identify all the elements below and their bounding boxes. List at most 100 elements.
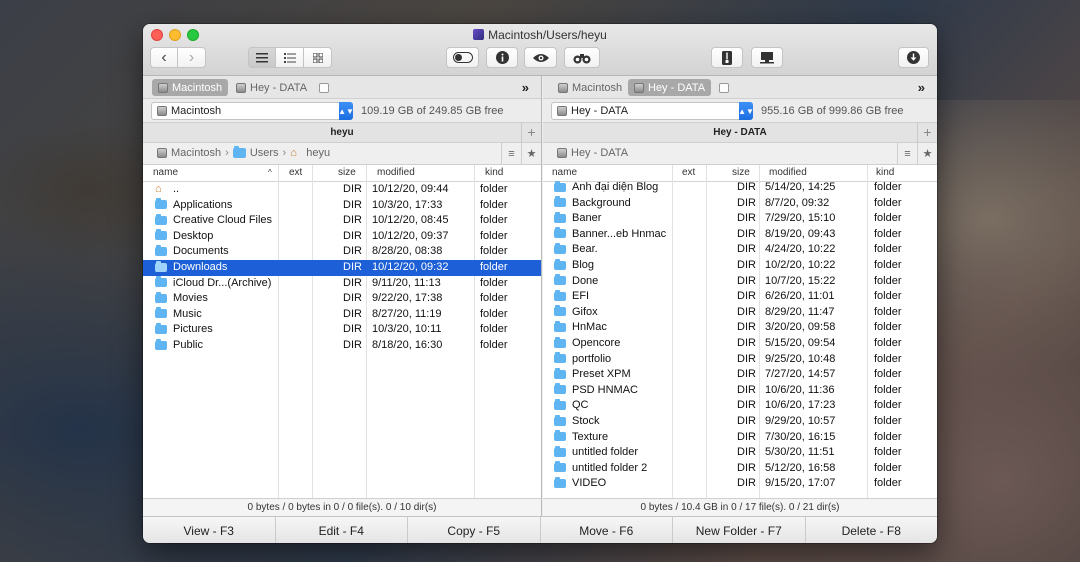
back-button[interactable]: ‹ — [150, 47, 178, 68]
table-row[interactable]: Baner DIR 7/29/20, 15:10 folder — [543, 211, 937, 227]
table-row[interactable]: Public DIR 8/18/20, 16:30 folder — [143, 338, 541, 354]
table-row[interactable]: Texture DIR 7/30/20, 16:15 folder — [543, 430, 937, 446]
left-add-tab-icon[interactable]: + — [521, 123, 541, 142]
col-modified[interactable]: modified — [377, 167, 415, 178]
right-volume-external[interactable] — [713, 79, 739, 96]
right-drive-select[interactable]: Hey - DATA ▲▼ — [551, 102, 754, 120]
forward-button[interactable]: › — [178, 47, 206, 68]
col-size[interactable]: size — [732, 167, 750, 178]
table-row[interactable]: HnMac DIR 3/20/20, 09:58 folder — [543, 320, 937, 336]
row-kind: folder — [480, 198, 508, 211]
archive-button[interactable] — [711, 47, 743, 68]
list-view-button[interactable] — [248, 47, 276, 68]
row-kind: folder — [874, 430, 902, 443]
info-button[interactable] — [486, 47, 518, 68]
table-row[interactable]: Movies DIR 9/22/20, 17:38 folder — [143, 291, 541, 307]
left-pane[interactable]: Macintosh Hey - DATA » Macintosh ▲▼ 109.1… — [143, 76, 542, 516]
breadcrumb-macintosh[interactable]: Macintosh — [171, 147, 221, 159]
copy-f5-button[interactable]: Copy - F5 — [408, 517, 541, 543]
table-row[interactable]: PSD HNMAC DIR 10/6/20, 11:36 folder — [543, 383, 937, 399]
right-volume-hey-data[interactable]: Hey - DATA — [628, 79, 712, 96]
table-row[interactable]: Bear. DIR 4/24/20, 10:22 folder — [543, 242, 937, 258]
left-volume-hey-data[interactable]: Hey - DATA — [230, 79, 313, 96]
table-row[interactable]: EFI DIR 6/26/20, 11:01 folder — [543, 289, 937, 305]
left-volume-macintosh[interactable]: Macintosh — [152, 79, 229, 96]
breadcrumb-hey-data[interactable]: Hey - DATA — [571, 147, 628, 159]
right-favorite-star-icon[interactable]: ★ — [917, 143, 937, 164]
right-pane[interactable]: Macintosh Hey - DATA » Hey - DATA ▲▼ 955.… — [543, 76, 937, 516]
table-row[interactable]: untitled folder 2 DIR 5/12/20, 16:58 folder — [543, 461, 937, 477]
table-row[interactable]: Opencore DIR 5/15/20, 09:54 folder — [543, 336, 937, 352]
table-row[interactable]: Desktop DIR 10/12/20, 09:37 folder — [143, 229, 541, 245]
right-list-menu-icon[interactable]: ≡ — [897, 143, 917, 164]
row-kind: folder — [874, 227, 902, 240]
table-row[interactable]: Creative Cloud Files DIR 10/12/20, 08:45 fo… — [143, 213, 541, 229]
table-row[interactable]: Applications DIR 10/3/20, 17:33 folder — [143, 198, 541, 214]
folder-icon — [155, 307, 167, 319]
row-modified: 8/28/20, 08:38 — [372, 245, 443, 258]
col-modified[interactable]: modified — [769, 167, 807, 178]
left-file-list[interactable]: ⌂.. DIR 10/12/20, 09:44 folder Applications D… — [143, 182, 541, 498]
right-file-list[interactable]: Anh đại diện Blog DIR 5/14/20, 14:25 folder… — [543, 180, 937, 496]
table-row[interactable]: QC DIR 10/6/20, 17:23 folder — [543, 398, 937, 414]
col-kind[interactable]: kind — [485, 167, 503, 178]
table-row[interactable]: Documents DIR 8/28/20, 08:38 folder — [143, 244, 541, 260]
table-row[interactable]: Banner...eb Hnmac DIR 8/19/20, 09:43 folder — [543, 227, 937, 243]
row-name-cell: Banner...eb Hnmac — [554, 227, 666, 240]
move-f6-button[interactable]: Move - F6 — [540, 517, 673, 543]
col-name[interactable]: name — [552, 167, 577, 178]
quick-look-button[interactable] — [524, 47, 557, 68]
new-folder-f7-button[interactable]: New Folder - F7 — [673, 517, 806, 543]
left-more-volumes-icon[interactable]: » — [522, 80, 529, 95]
row-modified: 10/12/20, 08:45 — [372, 214, 449, 227]
download-button[interactable] — [898, 47, 929, 68]
left-favorite-star-icon[interactable]: ★ — [521, 143, 541, 164]
table-row[interactable]: Blog DIR 10/2/20, 10:22 folder — [543, 258, 937, 274]
table-row[interactable]: Downloads DIR 10/12/20, 09:32 folder — [143, 260, 541, 276]
volume-label: Hey - DATA — [250, 81, 308, 94]
left-volume-external[interactable] — [313, 79, 339, 96]
col-size[interactable]: size — [338, 167, 356, 178]
table-row[interactable]: Done DIR 10/7/20, 15:22 folder — [543, 274, 937, 290]
row-name: Done — [572, 274, 599, 287]
table-row[interactable]: portfolio DIR 9/25/20, 10:48 folder — [543, 352, 937, 368]
col-kind[interactable]: kind — [876, 167, 894, 178]
left-drive-select[interactable]: Macintosh ▲▼ — [151, 102, 354, 120]
thumbnail-view-button[interactable] — [304, 47, 332, 68]
table-row[interactable]: Stock DIR 9/29/20, 10:57 folder — [543, 414, 937, 430]
table-row[interactable]: Gifox DIR 8/29/20, 11:47 folder — [543, 305, 937, 321]
right-more-volumes-icon[interactable]: » — [918, 80, 925, 95]
row-name: Public — [173, 339, 203, 351]
table-row[interactable]: iCloud Dr...(Archive) DIR 9/11/20, 11:13 fo… — [143, 276, 541, 292]
toggle-hidden-button[interactable] — [446, 47, 479, 68]
table-row[interactable]: VIDEO DIR 9/15/20, 17:07 folder — [543, 476, 937, 492]
col-ext[interactable]: ext — [289, 167, 302, 178]
table-row[interactable]: Preset XPM DIR 7/27/20, 14:57 folder — [543, 367, 937, 383]
col-ext[interactable]: ext — [682, 167, 695, 178]
row-size: DIR — [737, 446, 756, 459]
network-button[interactable] — [751, 47, 783, 68]
table-row[interactable]: ⌂.. DIR 10/12/20, 09:44 folder — [143, 182, 541, 198]
row-kind: folder — [874, 181, 902, 193]
table-row[interactable]: Music DIR 8/27/20, 11:19 folder — [143, 307, 541, 323]
row-modified: 9/22/20, 17:38 — [372, 292, 443, 305]
col-name[interactable]: name — [153, 167, 178, 178]
search-button[interactable] — [564, 47, 600, 68]
table-row[interactable]: Background DIR 8/7/20, 09:32 folder — [543, 196, 937, 212]
view-f3-button[interactable]: View - F3 — [143, 517, 276, 543]
row-kind: folder — [480, 229, 508, 242]
right-volume-macintosh[interactable]: Macintosh — [552, 79, 628, 96]
right-path-title-text: Hey - DATA — [713, 127, 767, 138]
right-add-tab-icon[interactable]: + — [917, 123, 937, 142]
detail-view-button[interactable] — [276, 47, 304, 68]
left-list-menu-icon[interactable]: ≡ — [501, 143, 521, 164]
breadcrumb-users[interactable]: Users — [250, 147, 279, 159]
table-row[interactable]: Pictures DIR 10/3/20, 10:11 folder — [143, 322, 541, 338]
breadcrumb-heyu[interactable]: heyu — [306, 147, 330, 159]
delete-f8-button[interactable]: Delete - F8 — [805, 517, 937, 543]
folder-icon — [554, 211, 566, 223]
table-row[interactable]: untitled folder DIR 5/30/20, 11:51 folder — [543, 445, 937, 461]
edit-f4-button[interactable]: Edit - F4 — [275, 517, 408, 543]
table-row[interactable]: Anh đại diện Blog DIR 5/14/20, 14:25 folder — [543, 180, 937, 196]
folder-icon — [155, 229, 167, 241]
